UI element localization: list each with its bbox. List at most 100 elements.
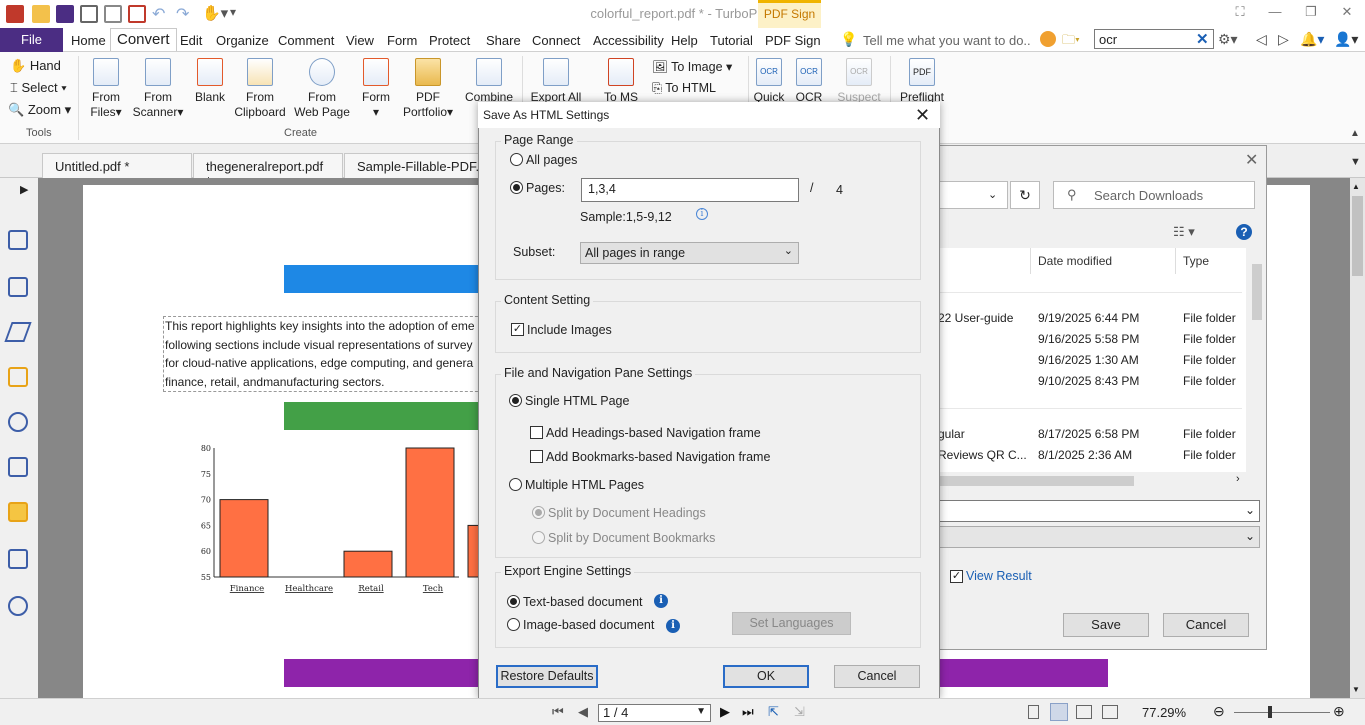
zoom-slider[interactable] xyxy=(1234,712,1330,713)
menu-convert[interactable]: Convert xyxy=(110,28,177,51)
next-page-icon[interactable]: ▶ xyxy=(720,704,730,720)
file-row-type[interactable]: File folder xyxy=(1183,427,1236,441)
menu-protect[interactable]: Protect xyxy=(429,33,470,48)
pages-radio[interactable] xyxy=(510,181,523,194)
vertical-scrollbar[interactable]: ▲ ▼ xyxy=(1350,178,1365,698)
single-html-label[interactable]: Single HTML Page xyxy=(525,394,629,408)
tab-thegeneralreport[interactable]: thegeneralreport.pdf * xyxy=(193,153,343,189)
pages-label[interactable]: Pages: xyxy=(526,181,565,195)
from-clipboard-button[interactable]: From Clipboard xyxy=(233,58,287,120)
pages-input[interactable]: 1,3,4 xyxy=(581,178,799,202)
headings-nav-label[interactable]: Add Headings-based Navigation frame xyxy=(546,426,761,440)
hand-tool[interactable]: ✋ Hand xyxy=(10,58,61,74)
from-web-page-button[interactable]: From Web Page xyxy=(291,58,353,120)
horizontal-scrollbar[interactable]: › xyxy=(938,473,1248,489)
select-tool[interactable]: ⌶ Select ▾ xyxy=(10,80,67,96)
scroll-thumb[interactable] xyxy=(1352,196,1363,276)
continuous-facing-icon[interactable] xyxy=(1102,705,1118,719)
all-pages-label[interactable]: All pages xyxy=(526,153,577,167)
zoom-in-icon[interactable]: ⊕ xyxy=(1333,703,1345,720)
clear-search-icon[interactable]: ✕ xyxy=(1196,30,1209,48)
properties-icon[interactable] xyxy=(128,5,146,23)
tools-icon[interactable] xyxy=(8,596,28,616)
file-row-date[interactable]: 8/1/2025 2:36 AM xyxy=(1038,448,1132,462)
pages-icon[interactable] xyxy=(8,277,28,297)
form-button[interactable]: Form ▾ xyxy=(358,58,394,120)
restore-defaults-button[interactable]: Restore Defaults xyxy=(496,665,598,688)
from-files-button[interactable]: From Files▾ xyxy=(86,58,126,120)
menu-pdf-sign[interactable]: PDF Sign xyxy=(765,33,821,48)
menu-connect[interactable]: Connect xyxy=(532,33,580,48)
sample-info-icon[interactable]: i xyxy=(696,208,708,220)
menu-view[interactable]: View xyxy=(346,33,374,48)
file-row-date[interactable]: 9/16/2025 1:30 AM xyxy=(1038,353,1139,367)
menu-form[interactable]: Form xyxy=(387,33,417,48)
tell-me-input[interactable]: Tell me what you want to do.. xyxy=(863,33,1031,48)
file-row-date[interactable]: 8/17/2025 6:58 PM xyxy=(1038,427,1139,441)
save-icon[interactable] xyxy=(56,5,74,23)
ribbon-collapse-icon[interactable]: ▲ xyxy=(1350,128,1360,139)
single-html-radio[interactable] xyxy=(509,394,522,407)
address-bar[interactable]: ⌄ xyxy=(938,181,1008,209)
single-page-view-icon[interactable] xyxy=(1028,705,1039,719)
file-row-type[interactable]: File folder xyxy=(1183,332,1236,346)
combine-button[interactable]: Combine xyxy=(462,58,516,105)
all-pages-radio[interactable] xyxy=(510,153,523,166)
settings-icon[interactable]: ⚙▾ xyxy=(1218,31,1238,48)
heart-icon[interactable] xyxy=(1040,31,1056,47)
file-row-type[interactable]: File folder xyxy=(1183,374,1236,388)
file-row-type[interactable]: File folder xyxy=(1183,311,1236,325)
bookmarks-nav-checkbox[interactable] xyxy=(530,450,543,463)
file-row-type[interactable]: File folder xyxy=(1183,353,1236,367)
file-row-name[interactable]: Reviews QR C... xyxy=(938,448,1027,462)
cancel-button[interactable]: Cancel xyxy=(834,665,920,688)
type-column[interactable]: Type xyxy=(1183,254,1209,268)
to-html-button[interactable]: ⎘ To HTML xyxy=(652,81,716,96)
save-as-type-dropdown[interactable]: ⌄ xyxy=(938,526,1260,548)
text-based-label[interactable]: Text-based document xyxy=(523,595,643,609)
attachments-icon[interactable] xyxy=(8,412,28,432)
expand-panel-icon[interactable]: ▶ xyxy=(20,183,28,196)
tab-list-icon[interactable]: ▼ xyxy=(1350,156,1361,168)
scroll-up-icon[interactable]: ▲ xyxy=(1352,182,1360,191)
minimize-button[interactable]: — xyxy=(1268,4,1282,19)
file-name-dropdown-icon[interactable]: ⌄ xyxy=(1245,503,1255,517)
blank-button[interactable]: Blank xyxy=(192,58,228,105)
menu-organize[interactable]: Organize xyxy=(216,33,269,48)
file-row-type[interactable]: File folder xyxy=(1183,448,1236,462)
menu-tutorial[interactable]: Tutorial xyxy=(710,33,753,48)
save-dialog-close-icon[interactable]: ✕ xyxy=(1245,150,1258,170)
redo-icon[interactable]: ↷ xyxy=(176,4,189,24)
subset-dropdown[interactable]: All pages in range ⌄ xyxy=(580,242,799,264)
save-button[interactable]: Save xyxy=(1063,613,1149,637)
page-thumbnails-icon[interactable] xyxy=(8,230,28,250)
signatures-icon[interactable] xyxy=(8,457,28,477)
prev-page-icon[interactable]: ◀ xyxy=(578,704,588,720)
to-ms-button[interactable]: To MS xyxy=(598,58,644,105)
date-modified-column[interactable]: Date modified xyxy=(1038,254,1112,268)
find-folder-icon[interactable]: 🗀▾ xyxy=(1062,31,1080,53)
facing-view-icon[interactable] xyxy=(1076,705,1092,719)
menu-home[interactable]: Home xyxy=(71,33,106,48)
h-scroll-thumb[interactable] xyxy=(938,476,1134,486)
file-name-field[interactable]: ⌄ xyxy=(938,500,1260,522)
file-row-date[interactable]: 9/10/2025 8:43 PM xyxy=(1038,374,1139,388)
include-images-checkbox[interactable]: ✓ xyxy=(511,323,524,336)
menu-comment[interactable]: Comment xyxy=(278,33,334,48)
headings-nav-checkbox[interactable] xyxy=(530,426,543,439)
hand-dropdown-icon[interactable]: ✋▾ xyxy=(202,4,228,22)
ocr-button[interactable]: OCR OCR xyxy=(792,58,826,105)
image-based-radio[interactable] xyxy=(507,618,520,631)
scroll-right-icon[interactable]: › xyxy=(1236,473,1240,485)
new-icon[interactable] xyxy=(104,5,122,23)
close-button[interactable]: ✕ xyxy=(1340,4,1354,19)
dialog-close-icon[interactable]: ✕ xyxy=(915,105,930,126)
first-page-icon[interactable]: ⏮ xyxy=(552,704,564,720)
file-list-scrollbar[interactable] xyxy=(1251,252,1263,470)
account-icon[interactable]: 👤▾ xyxy=(1334,31,1358,48)
pdf-portfolio-button[interactable]: PDF Portfolio▾ xyxy=(400,58,456,120)
menu-edit[interactable]: Edit xyxy=(180,33,202,48)
notification-icon[interactable]: 🔔▾ xyxy=(1300,31,1324,48)
to-image-button[interactable]: 🖼 To Image ▾ xyxy=(652,59,732,75)
fullscreen-icon[interactable]: ⛶ xyxy=(1233,4,1247,19)
